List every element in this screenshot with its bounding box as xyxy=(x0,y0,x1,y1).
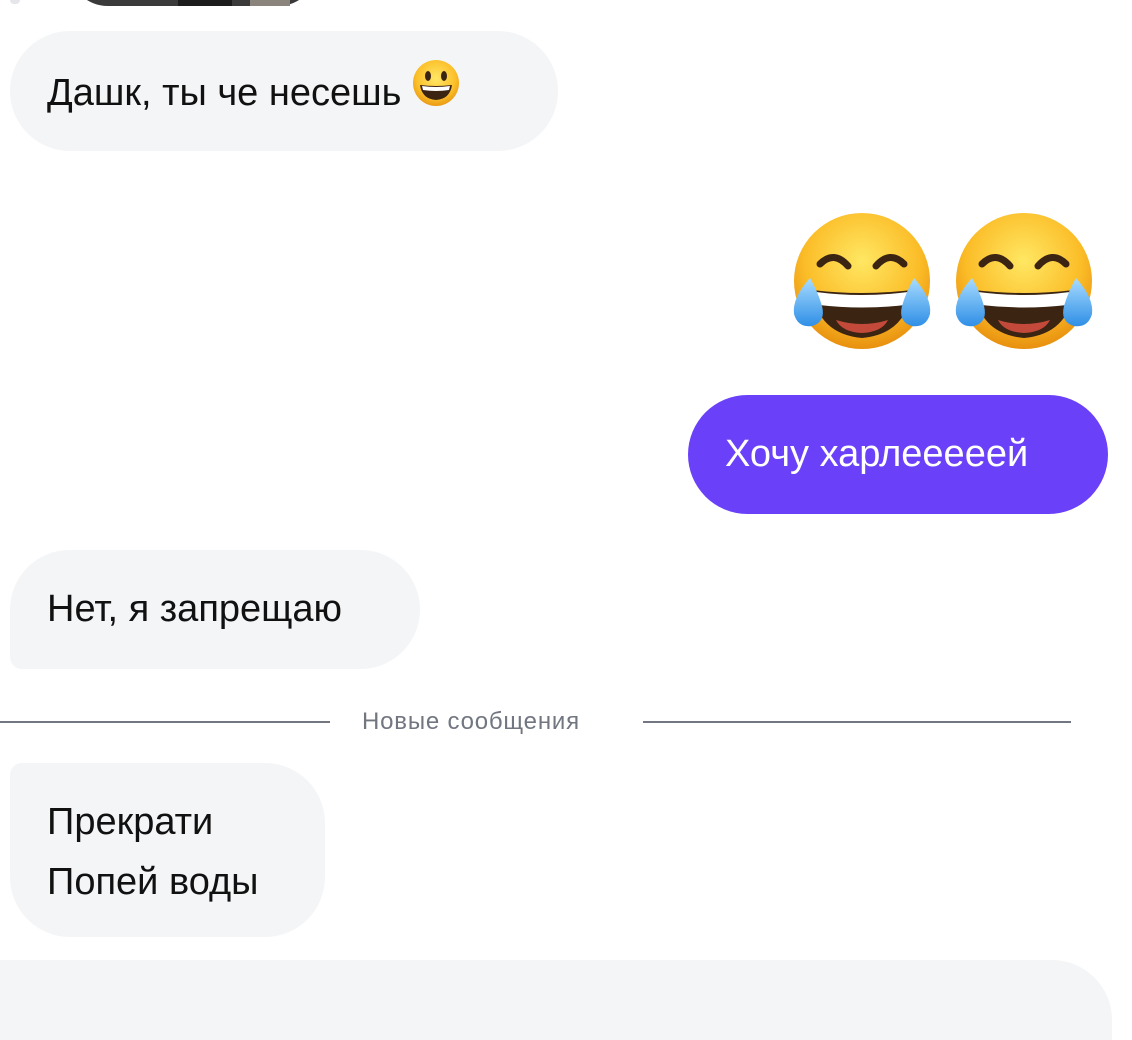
message-text-line: Прекрати xyxy=(47,801,214,843)
previous-photo-attachment[interactable] xyxy=(68,0,318,6)
message-text-line: Попей воды xyxy=(47,861,259,903)
grinning-face-icon xyxy=(411,58,461,126)
emoji-only-message[interactable] xyxy=(786,206,1106,356)
message-text: Дашк, ты че несешь xyxy=(47,72,402,115)
face-with-tears-of-joy-icon xyxy=(955,213,1093,349)
next-message-bubble-partial[interactable] xyxy=(0,960,1112,1040)
new-messages-divider: Новые сообщения xyxy=(0,705,1132,739)
divider-rule-right xyxy=(643,721,1071,723)
divider-label: Новые сообщения xyxy=(362,708,580,735)
message-bubble-incoming[interactable]: Нет, я запрещаю xyxy=(10,550,420,669)
divider-rule-left xyxy=(0,721,330,723)
message-bubble-incoming[interactable]: Прекрати Попей воды xyxy=(10,763,325,937)
message-text: Хочу харлееееей xyxy=(725,433,1029,475)
face-with-tears-of-joy-icon xyxy=(793,213,931,349)
message-bubble-outgoing[interactable]: Хочу харлееееей xyxy=(688,395,1108,514)
message-text: Нет, я запрещаю xyxy=(47,588,343,630)
message-bubble-incoming[interactable]: Дашк, ты че несешь xyxy=(10,31,558,151)
previous-message-edge xyxy=(10,0,20,4)
